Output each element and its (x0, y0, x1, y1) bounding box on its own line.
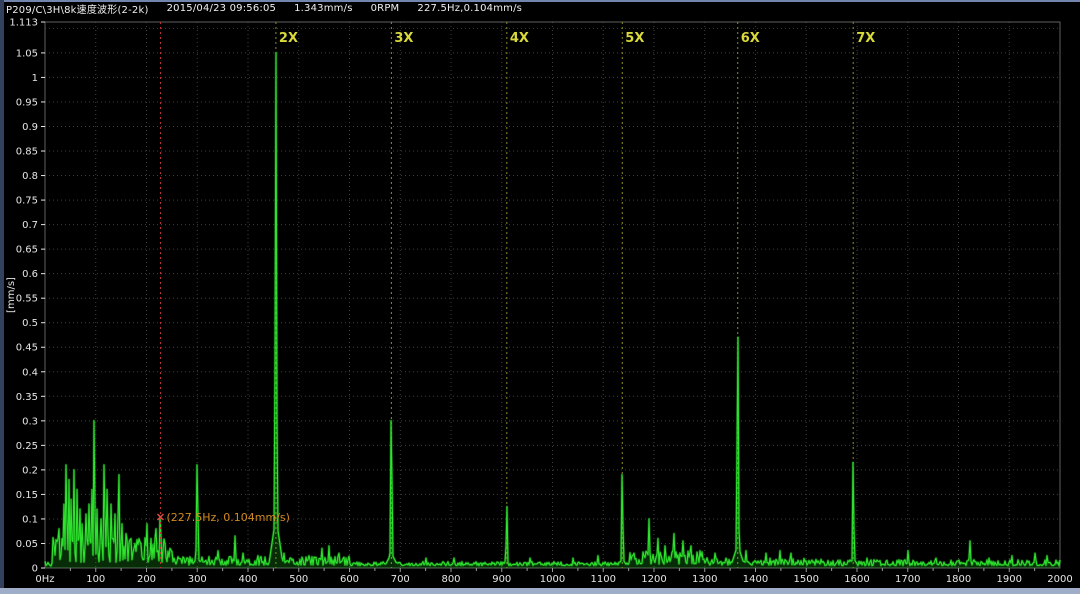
x-tick-label: 600 (340, 574, 359, 585)
y-tick-label: 0.7 (22, 220, 38, 231)
x-tick-label: 1700 (895, 574, 920, 585)
x-tick-label: 1000 (540, 574, 565, 585)
y-tick-label: 0.95 (16, 97, 38, 108)
app-window: 2X 3X 4X 5X 6X 7X (227.5Hz, 0.104mm/s) 1.113 1.0… (0, 0, 1080, 594)
harmonic-marker-label: 4X (510, 31, 529, 46)
x-tick-label: 500 (289, 574, 308, 585)
y-tick-label: 0.25 (16, 441, 38, 452)
header-overall-value: 1.343mm/s (294, 3, 353, 14)
x-tick-label: 2000 (1047, 574, 1072, 585)
harmonic-marker-label: 3X (394, 31, 413, 46)
x-tick-label: 1600 (844, 574, 869, 585)
header-bar: P209/C\3H\8k速度波形(2-2k) 2015/04/23 09:56:… (6, 2, 522, 15)
y-tick-label: 0.3 (22, 416, 38, 427)
y-tick-label: 0.5 (22, 318, 38, 329)
x-tick-label: 0Hz (35, 574, 54, 585)
spectrum-trace (45, 53, 1060, 566)
x-tick-label: 1400 (743, 574, 768, 585)
x-tick-label: 1200 (641, 574, 666, 585)
x-tick-label: 400 (238, 574, 257, 585)
y-tick-label: 0.55 (16, 294, 38, 305)
y-tick-label: 0.75 (16, 196, 38, 207)
y-tick-label: 1.113 (9, 18, 38, 29)
y-tick-label: 1.05 (16, 48, 38, 59)
y-tick-label: 0.65 (16, 245, 38, 256)
harmonic-marker-label: 5X (625, 31, 644, 46)
y-tick-label: 0.1 (22, 514, 38, 525)
y-tick-label: 1 (32, 73, 38, 84)
x-tick-label: 1300 (692, 574, 717, 585)
y-tick-label: 0.15 (16, 490, 38, 501)
harmonic-marker-label: 6X (741, 31, 760, 46)
x-tick-label: 300 (188, 574, 207, 585)
header-datetime: 2015/04/23 09:56:05 (167, 3, 277, 14)
header-cursor-readout: 227.5Hz,0.104mm/s (417, 3, 522, 14)
x-tick-label: 100 (86, 574, 105, 585)
y-tick-label: 0.6 (22, 269, 38, 280)
x-tick-label: 700 (391, 574, 410, 585)
header-rpm: 0RPM (371, 3, 400, 14)
x-tick-label: 900 (492, 574, 511, 585)
y-tick-label: 0.35 (16, 392, 38, 403)
x-tick-label: 1500 (794, 574, 819, 585)
spectrum-chart[interactable]: 2X 3X 4X 5X 6X 7X (227.5Hz, 0.104mm/s) 1.113 1.0… (0, 0, 1080, 594)
harmonic-marker-label: 2X (279, 31, 298, 46)
header-title: P209/C\3H\8k速度波形(2-2k) (6, 1, 149, 16)
y-tick-label: 0.45 (16, 343, 38, 354)
y-tick-label: 0.2 (22, 465, 38, 476)
cursor-annotation: (227.5Hz, 0.104mm/s) (166, 511, 289, 524)
x-tick-label: 1100 (591, 574, 616, 585)
harmonic-marker-label: 7X (856, 31, 875, 46)
x-tick-label: 1800 (946, 574, 971, 585)
x-tick-label: 200 (137, 574, 156, 585)
y-tick-label: 0 (32, 564, 38, 575)
y-tick-label: 0.85 (16, 147, 38, 158)
x-tick-label: 800 (441, 574, 460, 585)
x-tick-label: 1900 (997, 574, 1022, 585)
y-tick-label: 0.8 (22, 171, 38, 182)
y-axis-title: [mm/s] (6, 277, 17, 313)
y-tick-label: 0.4 (22, 367, 38, 378)
y-tick-label: 0.05 (16, 539, 38, 550)
y-tick-label: 0.9 (22, 122, 38, 133)
